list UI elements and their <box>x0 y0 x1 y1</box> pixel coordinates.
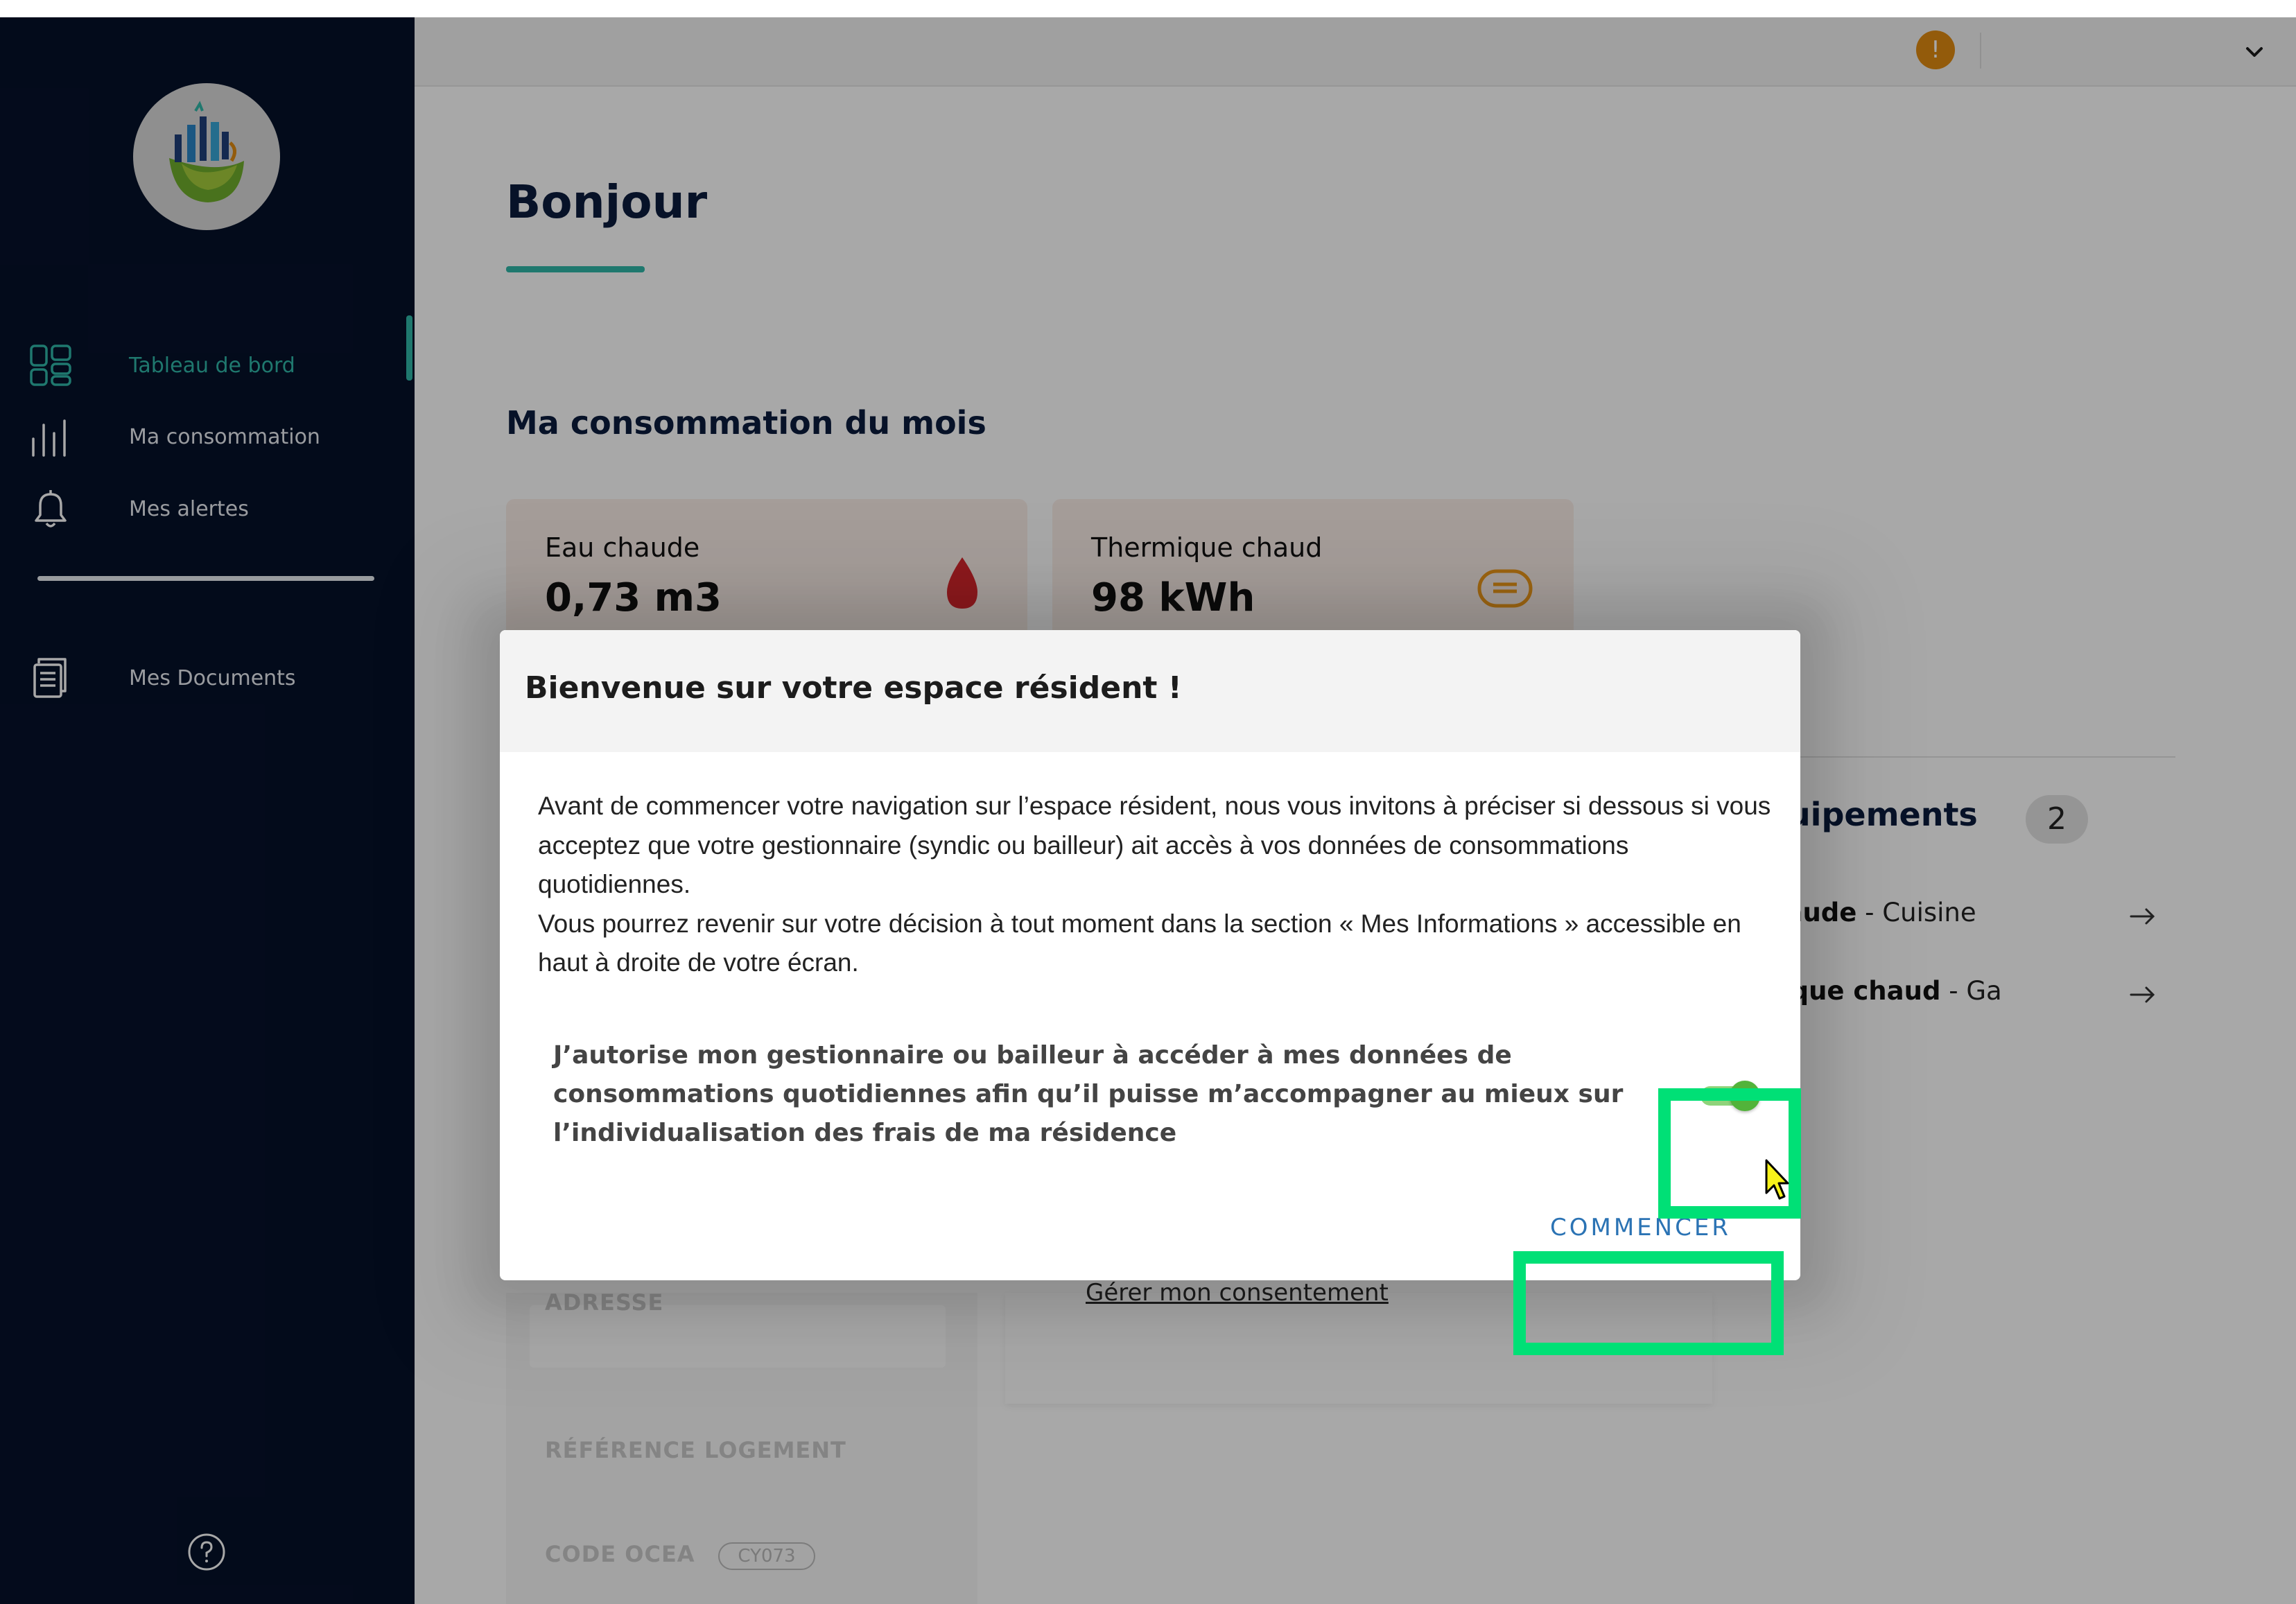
mouse-pointer-icon <box>1764 1158 1789 1201</box>
modal-paragraph: Avant de commencer votre navigation sur … <box>538 792 1771 898</box>
consent-statement: J’autorise mon gestionnaire ou bailleur … <box>553 1041 1624 1147</box>
modal-body: Avant de commencer votre navigation sur … <box>538 787 1772 983</box>
welcome-modal: Bienvenue sur votre espace résident ! Av… <box>500 630 1800 1280</box>
modal-title: Bienvenue sur votre espace résident ! <box>525 670 1182 706</box>
app-frame: Tableau de bord Ma consommation Mes aler… <box>0 17 2296 1604</box>
modal-header: Bienvenue sur votre espace résident ! <box>500 630 1800 752</box>
highlight-box <box>1513 1251 1784 1355</box>
modal-paragraph: Vous pourrez revenir sur votre décision … <box>538 909 1741 977</box>
